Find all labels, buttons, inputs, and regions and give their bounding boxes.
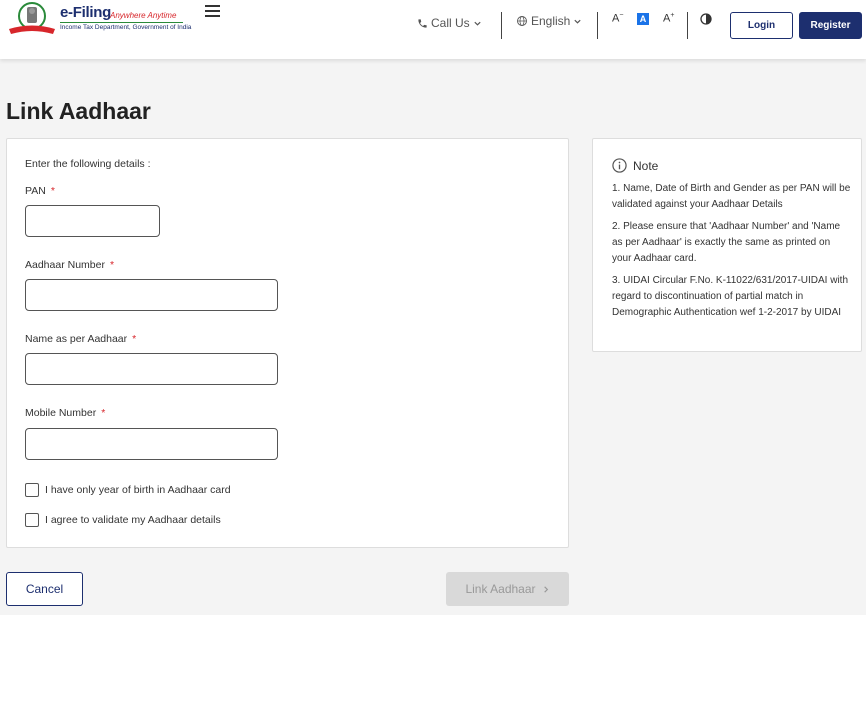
- minus-icon: −: [619, 12, 624, 19]
- hamburger-line: [205, 15, 220, 17]
- brand-subtitle: Income Tax Department, Government of Ind…: [60, 24, 192, 31]
- header-separator: [597, 12, 598, 39]
- info-icon: [612, 158, 627, 173]
- brand-divider: [60, 22, 183, 23]
- name-as-per-aadhaar-label: Name as per Aadhaar *: [25, 333, 136, 345]
- chevron-right-icon: [543, 585, 548, 593]
- brand-tagline: Anywhere Anytime: [110, 11, 177, 20]
- pan-label: PAN *: [25, 185, 55, 197]
- font-decrease-button[interactable]: A−: [612, 12, 623, 25]
- header-separator: [687, 12, 688, 39]
- note-item: 3. UIDAI Circular F.No. K-11022/631/2017…: [612, 275, 849, 318]
- note-heading: Note: [612, 158, 658, 173]
- note-item: 1. Name, Date of Birth and Gender as per…: [612, 183, 851, 210]
- call-us-label: Call Us: [431, 16, 470, 30]
- mobile-number-label-text: Mobile Number: [25, 407, 97, 419]
- link-aadhaar-label: Link Aadhaar: [465, 582, 536, 596]
- main-content: Link Aadhaar Enter the following details…: [0, 59, 866, 615]
- brand-name: e-Filing: [60, 4, 111, 21]
- language-label: English: [531, 14, 571, 28]
- link-aadhaar-button[interactable]: Link Aadhaar: [446, 572, 569, 606]
- note-panel: Note 1. Name, Date of Birth and Gender a…: [592, 138, 862, 352]
- required-mark: *: [109, 259, 115, 271]
- site-header: e-Filing Anywhere Anytime Income Tax Dep…: [0, 0, 866, 59]
- form-intro: Enter the following details :: [25, 158, 151, 170]
- national-emblem-icon: [9, 2, 55, 34]
- aadhaar-number-label: Aadhaar Number *: [25, 259, 114, 271]
- agree-validate-checkbox[interactable]: [25, 513, 39, 527]
- mobile-number-label: Mobile Number *: [25, 407, 105, 419]
- year-of-birth-checkbox-label: I have only year of birth in Aadhaar car…: [45, 484, 231, 496]
- hamburger-line: [205, 5, 220, 7]
- plus-icon: +: [670, 12, 675, 19]
- agree-validate-checkbox-label: I agree to validate my Aadhaar details: [45, 514, 221, 526]
- required-mark: *: [50, 185, 55, 197]
- mobile-number-input[interactable]: [25, 428, 278, 460]
- contrast-icon[interactable]: [700, 13, 712, 25]
- required-mark: *: [132, 333, 137, 345]
- login-button[interactable]: Login: [730, 12, 793, 39]
- efiling-logo[interactable]: e-Filing Anywhere Anytime Income Tax Dep…: [6, 2, 191, 36]
- agree-validate-checkbox-row[interactable]: I agree to validate my Aadhaar details: [25, 513, 221, 527]
- required-mark: *: [101, 407, 106, 419]
- cancel-button[interactable]: Cancel: [6, 572, 83, 606]
- aadhaar-number-label-text: Aadhaar Number: [25, 259, 105, 271]
- phone-icon: [418, 18, 427, 28]
- pan-label-text: PAN: [25, 185, 46, 197]
- link-aadhaar-form: Enter the following details : PAN * Aadha…: [6, 138, 569, 548]
- year-of-birth-checkbox-row[interactable]: I have only year of birth in Aadhaar car…: [25, 483, 231, 497]
- note-title: Note: [633, 158, 659, 173]
- name-as-per-aadhaar-label-text: Name as per Aadhaar: [25, 333, 128, 345]
- aadhaar-number-input[interactable]: [25, 279, 278, 311]
- page-title: Link Aadhaar: [6, 98, 151, 124]
- name-as-per-aadhaar-input[interactable]: [25, 353, 278, 385]
- note-item: 2. Please ensure that 'Aadhaar Number' a…: [612, 221, 841, 264]
- font-increase-button[interactable]: A+: [663, 12, 674, 25]
- hamburger-line: [205, 10, 220, 12]
- note-list: 1. Name, Date of Birth and Gender as per…: [612, 181, 852, 327]
- header-separator: [501, 12, 502, 39]
- globe-icon: [517, 16, 527, 26]
- font-default-button[interactable]: A: [637, 13, 649, 25]
- language-dropdown[interactable]: English: [516, 14, 582, 28]
- pan-input[interactable]: [25, 205, 160, 237]
- chevron-down-icon: [474, 21, 481, 26]
- register-button[interactable]: Register: [799, 12, 862, 39]
- page-footer-space: [0, 615, 866, 703]
- chevron-down-icon: [574, 19, 581, 24]
- year-of-birth-checkbox[interactable]: [25, 483, 39, 497]
- call-us-dropdown[interactable]: Call Us: [417, 16, 482, 30]
- hamburger-icon[interactable]: [205, 5, 220, 17]
